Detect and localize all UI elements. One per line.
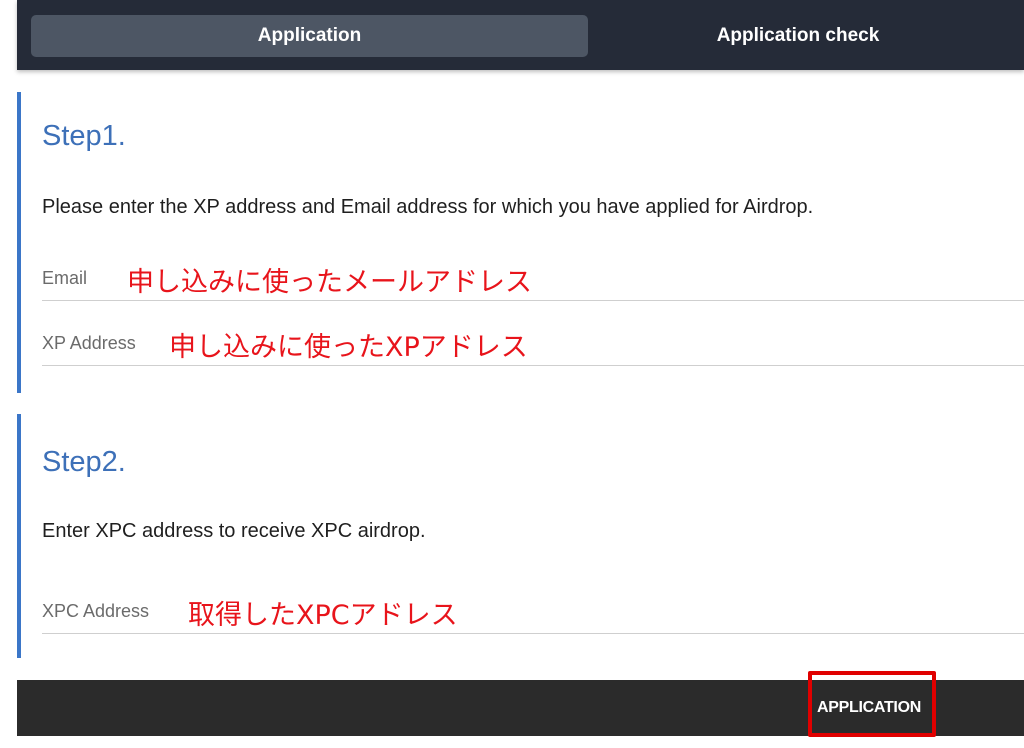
email-field[interactable]: Email 申し込みに使ったメールアドレス [42,260,1024,301]
step2-description: Enter XPC address to receive XPC airdrop… [42,520,426,542]
xpc-address-label: XPC Address [42,601,150,621]
email-value[interactable]: 申し込みに使ったメールアドレス [127,260,532,299]
xpc-address-value[interactable]: 取得したXPCアドレス [188,593,458,632]
tab-application[interactable]: Application [31,15,588,57]
step1-description: Please enter the XP address and Email ad… [42,196,814,218]
tab-application-check[interactable]: Application check [588,15,1008,57]
step2-title: Step2. [42,446,126,478]
xp-address-label: XP Address [42,333,136,353]
step1-title: Step1. [42,120,126,152]
highlight-annotation-box [808,671,936,737]
xpc-address-field[interactable]: XPC Address 取得したXPCアドレス [42,593,1024,634]
step1-section: Step1. Please enter the XP address and E… [17,92,1024,393]
step2-section: Step2. Enter XPC address to receive XPC … [17,414,1024,658]
tab-bar: Application Application check [17,0,1024,70]
xp-address-value[interactable]: 申し込みに使ったXPアドレス [169,325,528,364]
xp-address-field[interactable]: XP Address 申し込みに使ったXPアドレス [42,325,1024,366]
email-label: Email [42,268,88,288]
